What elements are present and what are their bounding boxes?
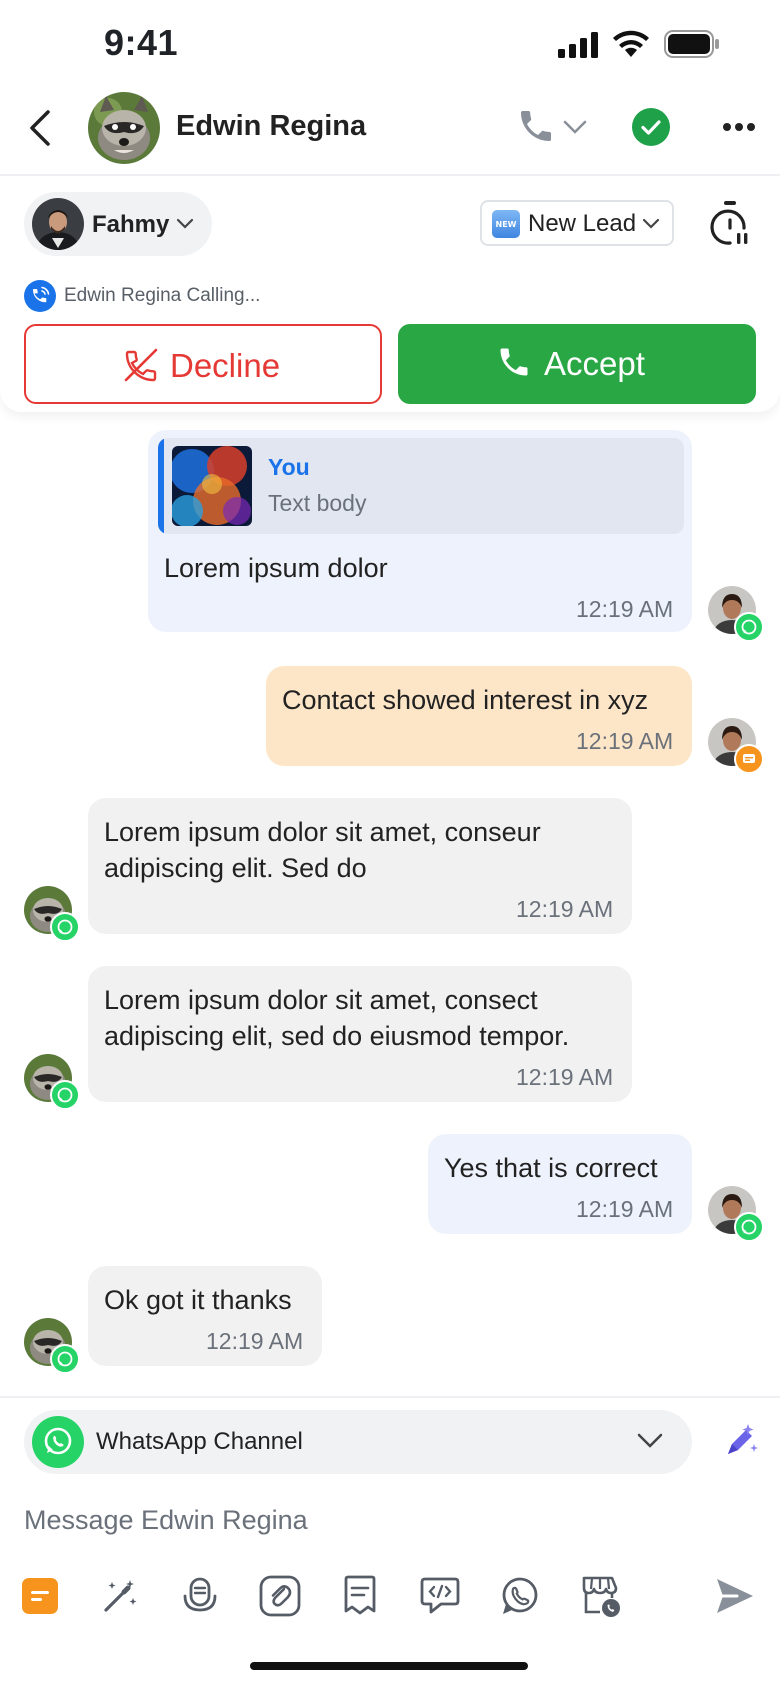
message-text-line: Lorem ipsum dolor sit amet, consect: [104, 985, 538, 1015]
contact-avatar[interactable]: [88, 92, 160, 164]
microphone-icon[interactable]: [176, 1572, 224, 1620]
signal-icon: [558, 32, 598, 58]
composer-divider: [0, 1396, 780, 1398]
message-text-line: adipiscing elit. Sed do: [104, 853, 367, 883]
code-message-icon[interactable]: [416, 1572, 464, 1620]
chevron-down-icon[interactable]: [562, 118, 588, 136]
store-call-icon[interactable]: [576, 1572, 624, 1620]
wifi-icon: [613, 30, 649, 57]
message-input[interactable]: [24, 1500, 664, 1540]
home-indicator: [250, 1662, 528, 1670]
message-text: Contact showed interest in xyz: [282, 685, 649, 715]
message-time: 12:19 AM: [576, 728, 674, 754]
reply-body: Text body: [268, 490, 367, 516]
channel-label: WhatsApp Channel: [96, 1428, 303, 1455]
template-icon[interactable]: [336, 1572, 384, 1620]
whatsapp-badge-icon: [734, 612, 764, 642]
whatsapp-badge-icon: [50, 1344, 80, 1374]
message-text-line: Lorem ipsum dolor sit amet, conseur: [104, 817, 541, 847]
contact-name[interactable]: Edwin Regina: [176, 110, 366, 143]
agent-avatar: [32, 198, 84, 250]
chevron-down-icon: [176, 218, 194, 229]
message-time: 12:19 AM: [516, 896, 614, 922]
note-icon[interactable]: [16, 1572, 64, 1620]
reply-thumbnail: [172, 446, 252, 526]
decline-button[interactable]: Decline: [24, 324, 382, 404]
incoming-call-icon: [24, 280, 56, 312]
new-badge-icon: 🆕 NEW: [492, 210, 520, 238]
whatsapp-badge-icon: [50, 912, 80, 942]
phone-icon: [500, 348, 528, 376]
whatsapp-badge-icon: [734, 1212, 764, 1242]
more-icon[interactable]: [722, 120, 756, 134]
whatsapp-icon: [32, 1416, 84, 1468]
back-icon[interactable]: [26, 108, 56, 148]
status-time: 9:41: [104, 22, 179, 63]
send-icon[interactable]: [710, 1572, 758, 1620]
whatsapp-icon[interactable]: [496, 1572, 544, 1620]
quoted-reply[interactable]: You Text body: [158, 438, 684, 534]
agent-name: Fahmy: [92, 211, 170, 238]
chevron-down-icon: [637, 1433, 663, 1448]
phone-icon[interactable]: [516, 106, 556, 146]
note-badge-icon: [734, 744, 764, 774]
message-text: Lorem ipsum dolor: [164, 553, 388, 583]
message-time: 12:19 AM: [576, 1196, 674, 1222]
check-circle-icon[interactable]: [632, 108, 670, 146]
message-text: Yes that is correct: [444, 1153, 658, 1183]
attachment-icon[interactable]: [256, 1572, 304, 1620]
message-time: 12:19 AM: [576, 596, 674, 622]
reply-author: You: [268, 454, 310, 480]
chevron-down-icon: [642, 218, 660, 229]
phone-off-icon: [124, 348, 158, 382]
message-time: 12:19 AM: [516, 1064, 614, 1090]
message-time: 12:19 AM: [206, 1328, 304, 1354]
lead-stage-label: New Lead: [528, 210, 637, 237]
whatsapp-badge-icon: [50, 1080, 80, 1110]
ai-edit-icon[interactable]: [718, 1420, 762, 1464]
accept-button[interactable]: Accept: [398, 324, 756, 404]
message-text: Ok got it thanks: [104, 1285, 292, 1315]
decline-label: Decline: [170, 347, 281, 384]
battery-icon: [664, 30, 719, 58]
magic-wand-icon[interactable]: [96, 1572, 144, 1620]
message-text-line: adipiscing elit, sed do eiusmod tempor.: [104, 1021, 570, 1051]
accept-label: Accept: [544, 345, 645, 382]
calling-status: Edwin Regina Calling...: [64, 285, 261, 306]
timer-pause-icon[interactable]: [710, 200, 750, 246]
